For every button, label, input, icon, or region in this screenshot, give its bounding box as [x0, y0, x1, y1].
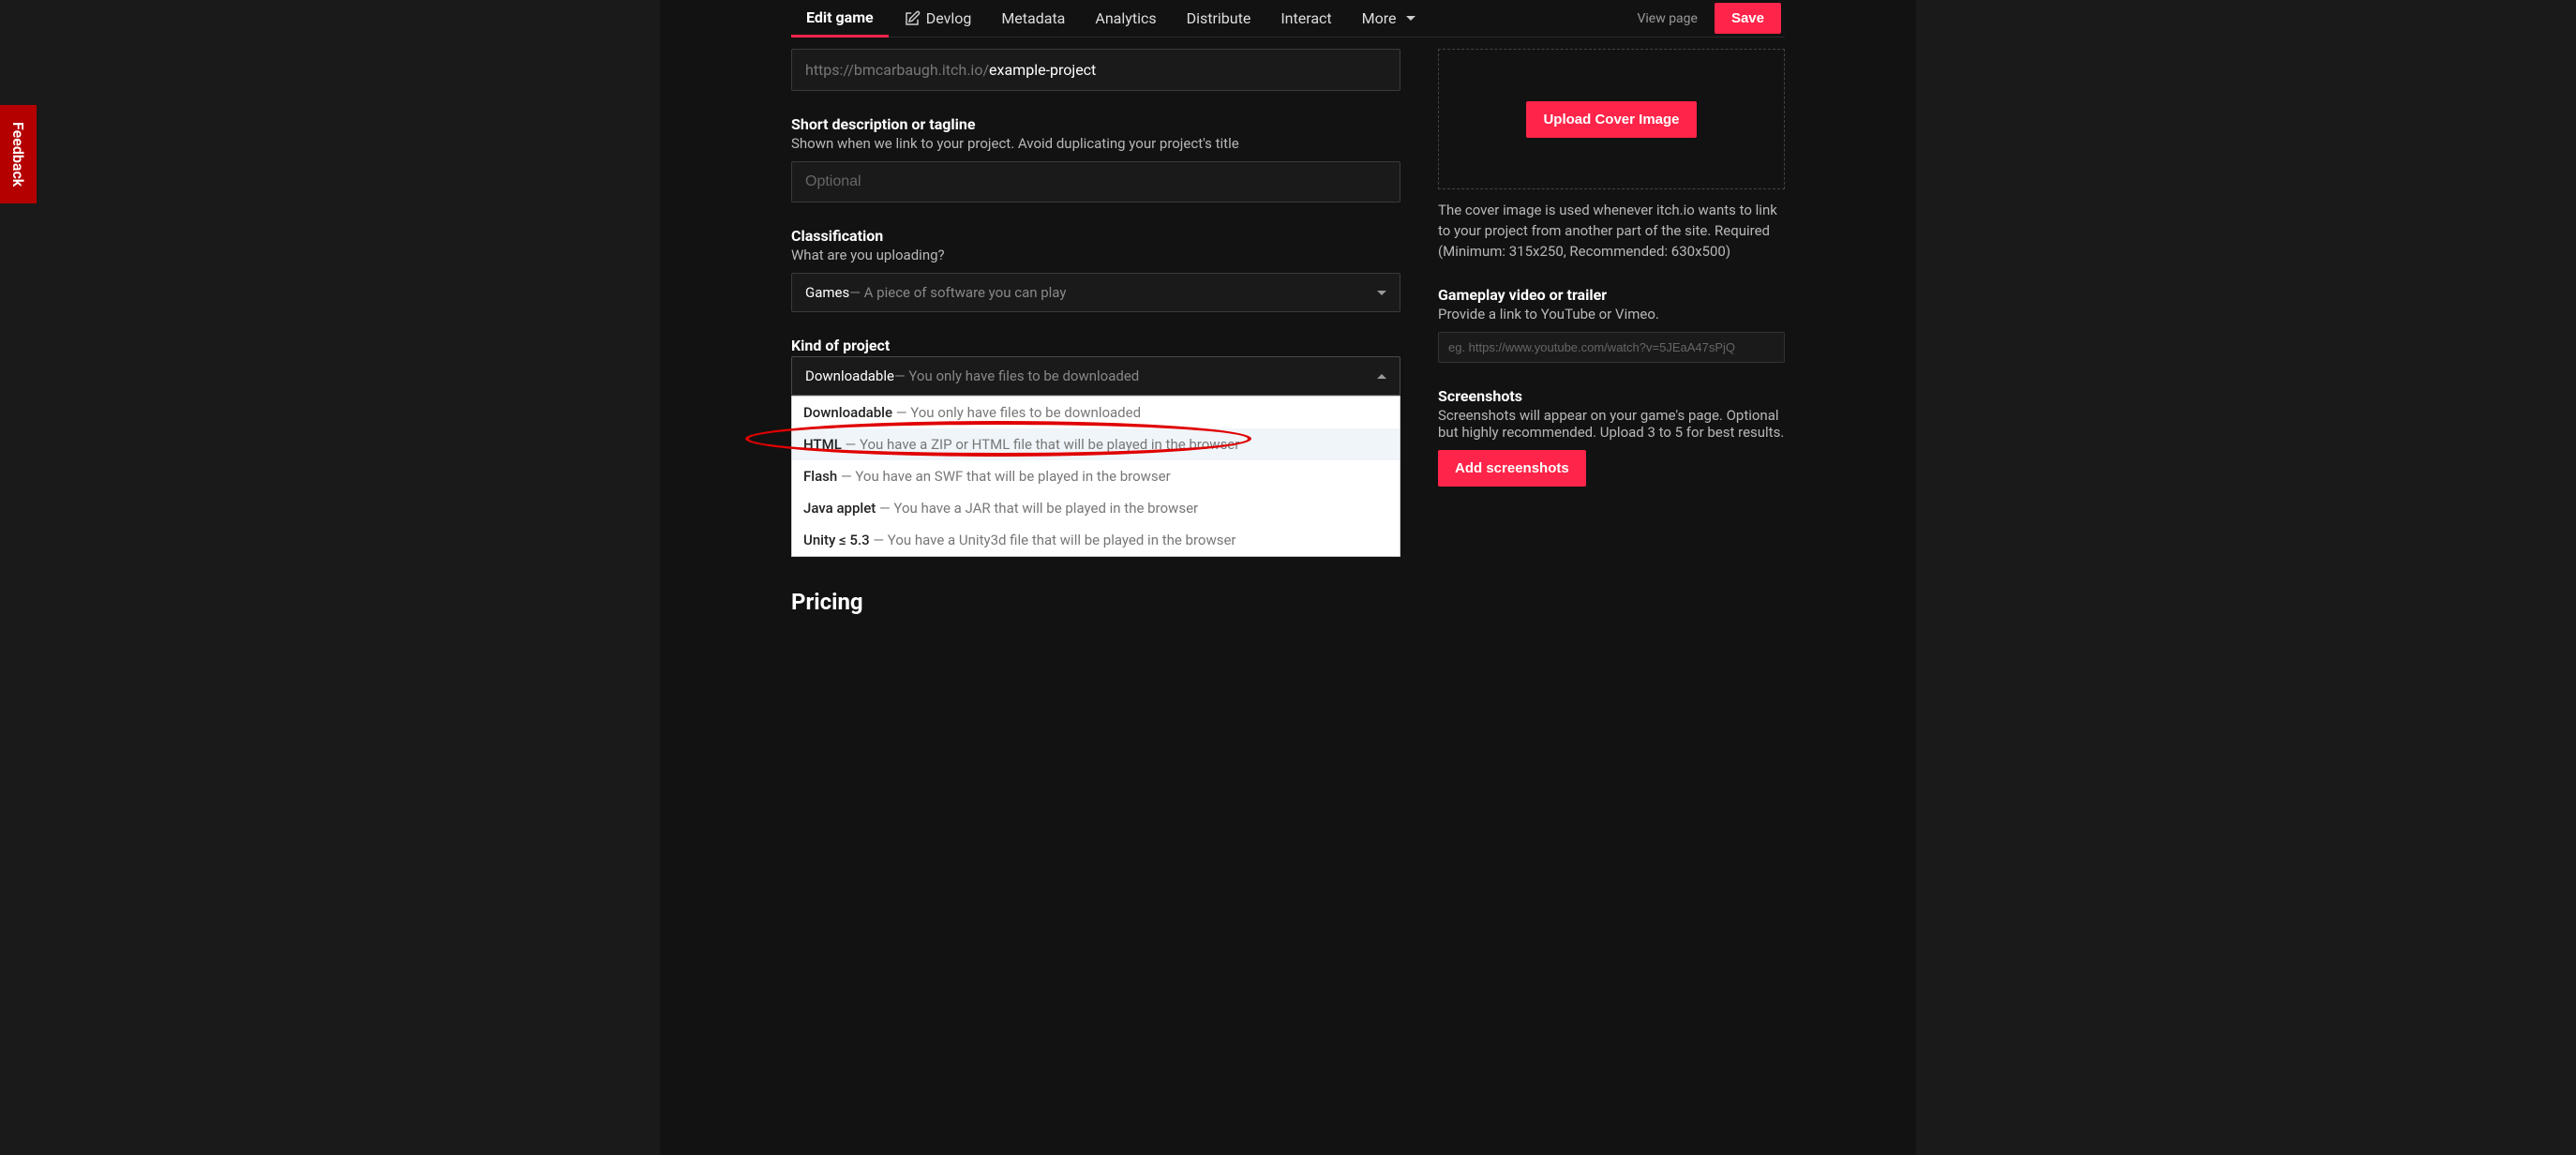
url-slug: example-project [989, 61, 1096, 79]
classification-select[interactable]: Games — A piece of software you can play [791, 273, 1400, 312]
project-url-field: https://bmcarbaugh.itch.io/example-proje… [791, 49, 1400, 91]
add-screenshots-button[interactable]: Add screenshots [1438, 450, 1586, 487]
kind-option-java-applet[interactable]: Java applet — You have a JAR that will b… [792, 492, 1400, 524]
top-nav: Edit game Devlog Metadata Analytics Dist… [791, 0, 1785, 38]
chevron-down-icon [1377, 291, 1386, 295]
classification-selected-hint: — A piece of software you can play [849, 284, 1066, 301]
kind-select[interactable]: Downloadable — You only have files to be… [791, 356, 1400, 396]
nav-distribute[interactable]: Distribute [1172, 0, 1266, 38]
pricing-heading: Pricing [791, 589, 1400, 615]
nav-edit-game[interactable]: Edit game [791, 0, 889, 38]
kind-option-flash[interactable]: Flash — You have an SWF that will be pla… [792, 460, 1400, 492]
trailer-sub: Provide a link to YouTube or Vimeo. [1438, 306, 1785, 322]
classification-sub: What are you uploading? [791, 247, 1400, 263]
kind-selected-hint: — You only have files to be downloaded [894, 368, 1139, 384]
nav-more[interactable]: More [1347, 0, 1430, 38]
kind-field: Kind of project Downloadable — You only … [791, 337, 1400, 557]
classification-label: Classification [791, 227, 1400, 245]
classification-selected: Games [805, 284, 849, 301]
tagline-sub: Shown when we link to your project. Avoi… [791, 135, 1400, 152]
screenshots-sub: Screenshots will appear on your game's p… [1438, 407, 1785, 441]
chevron-down-icon [1406, 16, 1415, 21]
chevron-up-icon [1377, 374, 1386, 379]
view-page-link[interactable]: View page [1624, 11, 1711, 26]
nav-analytics[interactable]: Analytics [1080, 0, 1171, 38]
cover-upload-area: Upload Cover Image [1438, 49, 1785, 189]
nav-more-label: More [1362, 9, 1397, 27]
kind-dropdown: Downloadable — You only have files to be… [791, 396, 1400, 557]
cover-desc: The cover image is used whenever itch.io… [1438, 201, 1785, 262]
tagline-input[interactable] [791, 161, 1400, 202]
kind-option-html[interactable]: HTML — You have a ZIP or HTML file that … [792, 428, 1400, 460]
nav-devlog[interactable]: Devlog [889, 0, 987, 38]
trailer-input[interactable] [1438, 332, 1785, 363]
url-prefix: https://bmcarbaugh.itch.io/ [805, 61, 989, 79]
pencil-square-icon [904, 10, 921, 27]
feedback-tab[interactable]: Feedback [0, 105, 37, 203]
save-button[interactable]: Save [1715, 3, 1781, 34]
trailer-label: Gameplay video or trailer [1438, 286, 1785, 304]
trailer-field: Gameplay video or trailer Provide a link… [1438, 286, 1785, 363]
nav-interact[interactable]: Interact [1266, 0, 1346, 38]
tagline-field: Short description or tagline Shown when … [791, 115, 1400, 202]
screenshots-label: Screenshots [1438, 387, 1785, 405]
project-url-input[interactable]: https://bmcarbaugh.itch.io/example-proje… [791, 49, 1400, 91]
classification-field: Classification What are you uploading? G… [791, 227, 1400, 312]
kind-label: Kind of project [791, 337, 1400, 354]
kind-selected: Downloadable [805, 368, 894, 384]
tagline-label: Short description or tagline [791, 115, 1400, 133]
kind-option-unity[interactable]: Unity ≤ 5.3 — You have a Unity3d file th… [792, 524, 1400, 556]
kind-option-downloadable[interactable]: Downloadable — You only have files to be… [792, 397, 1400, 428]
screenshots-field: Screenshots Screenshots will appear on y… [1438, 387, 1785, 487]
nav-devlog-label: Devlog [926, 9, 972, 27]
upload-cover-button[interactable]: Upload Cover Image [1526, 101, 1696, 138]
nav-metadata[interactable]: Metadata [986, 0, 1080, 38]
